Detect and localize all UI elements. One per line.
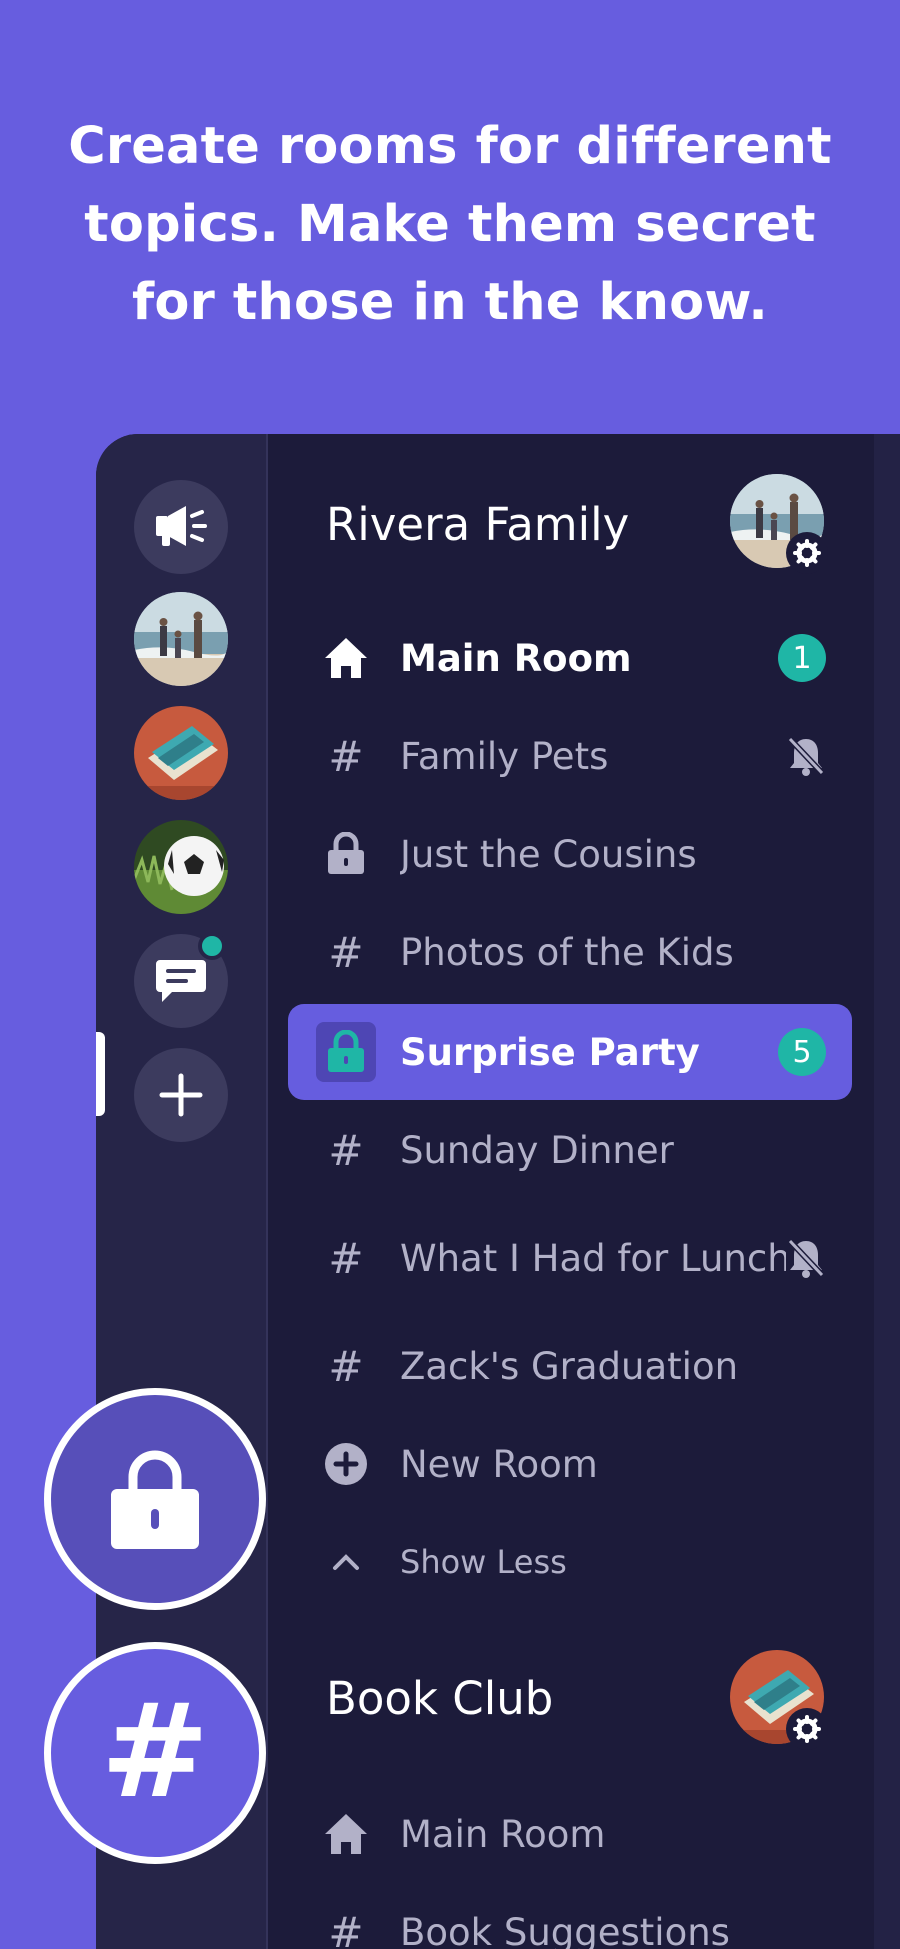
room-label: Sunday Dinner bbox=[400, 1128, 674, 1172]
muted-bell-icon bbox=[786, 735, 826, 777]
room-main-room[interactable]: Main Room bbox=[288, 1786, 852, 1882]
headline: Create rooms for different topics. Make … bbox=[68, 117, 832, 332]
hash-icon: # bbox=[328, 1125, 364, 1175]
scroll-edge bbox=[874, 434, 900, 1949]
plus-icon bbox=[159, 1073, 203, 1117]
messages-button[interactable] bbox=[134, 932, 228, 1028]
room-zacks-graduation[interactable]: # Zack's Graduation bbox=[288, 1318, 852, 1414]
announcements-button[interactable] bbox=[134, 480, 228, 574]
room-label: Book Suggestions bbox=[400, 1910, 730, 1949]
hash-icon: # bbox=[328, 1341, 364, 1391]
show-less-button[interactable]: Show Less bbox=[288, 1514, 852, 1610]
show-less-label: Show Less bbox=[400, 1543, 567, 1581]
group-settings-button[interactable] bbox=[786, 532, 828, 574]
group-title: Book Club bbox=[326, 1672, 554, 1725]
secret-room-fab[interactable] bbox=[44, 1388, 266, 1610]
gear-icon bbox=[793, 539, 821, 567]
room-label: Photos of the Kids bbox=[400, 930, 734, 974]
room-label: Surprise Party bbox=[400, 1030, 700, 1074]
active-group-indicator bbox=[96, 1032, 105, 1116]
group-settings-button[interactable] bbox=[786, 1708, 828, 1750]
unread-count-badge: 5 bbox=[778, 1028, 826, 1076]
room-label: Just the Cousins bbox=[400, 832, 697, 876]
chat-icon bbox=[156, 960, 206, 1002]
new-room-label: New Room bbox=[400, 1442, 598, 1486]
room-just-the-cousins[interactable]: Just the Cousins bbox=[288, 806, 852, 902]
hash-icon: # bbox=[100, 1675, 210, 1827]
hash-icon: # bbox=[328, 1907, 364, 1949]
unread-count-badge: 1 bbox=[778, 634, 826, 682]
home-icon bbox=[316, 1804, 376, 1864]
lock-icon bbox=[316, 824, 376, 884]
hash-icon: # bbox=[328, 1233, 364, 1283]
room-main-room[interactable]: Main Room 1 bbox=[288, 610, 852, 706]
hash-icon: # bbox=[328, 731, 364, 781]
lock-icon bbox=[111, 1450, 199, 1549]
gear-icon bbox=[793, 1715, 821, 1743]
hash-icon: # bbox=[328, 927, 364, 977]
room-label: Main Room bbox=[400, 1812, 606, 1856]
room-book-suggestions[interactable]: # Book Suggestions bbox=[288, 1884, 852, 1949]
room-surprise-party[interactable]: Surprise Party 5 bbox=[288, 1004, 852, 1100]
new-room-button[interactable]: New Room bbox=[288, 1416, 852, 1512]
muted-bell-icon bbox=[786, 1237, 826, 1279]
chevron-up-icon bbox=[316, 1532, 376, 1592]
lock-icon bbox=[316, 1022, 376, 1082]
room-label: Zack's Graduation bbox=[400, 1344, 739, 1388]
room-label: What I Had for Lunch bbox=[400, 1236, 786, 1280]
add-group-button[interactable] bbox=[134, 1048, 228, 1142]
megaphone-icon bbox=[156, 506, 207, 546]
room-sunday-dinner[interactable]: # Sunday Dinner bbox=[288, 1102, 852, 1198]
topic-room-fab[interactable]: # bbox=[44, 1642, 266, 1864]
room-family-pets[interactable]: # Family Pets bbox=[288, 708, 852, 804]
room-label: Main Room bbox=[400, 636, 632, 680]
room-photos-of-the-kids[interactable]: # Photos of the Kids bbox=[288, 904, 852, 1000]
home-icon bbox=[316, 628, 376, 688]
room-what-i-had-for-lunch[interactable]: # What I Had for Lunch bbox=[288, 1210, 852, 1306]
unread-dot bbox=[198, 932, 226, 960]
room-label: Family Pets bbox=[400, 734, 609, 778]
rivera-family-avatar[interactable] bbox=[134, 592, 228, 686]
add-circle-icon bbox=[316, 1434, 376, 1494]
group-title: Rivera Family bbox=[326, 498, 630, 551]
book-club-avatar[interactable] bbox=[134, 706, 228, 800]
soccer-avatar[interactable] bbox=[134, 820, 228, 914]
